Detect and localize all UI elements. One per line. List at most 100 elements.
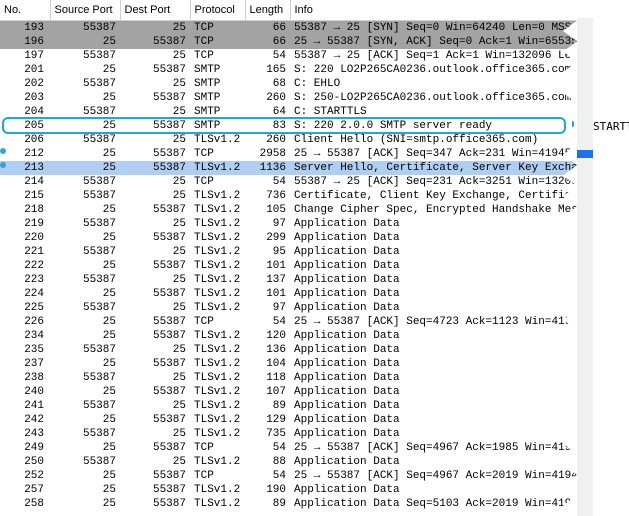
col-header-proto[interactable]: Protocol (190, 0, 245, 21)
cell-proto: TCP (190, 469, 245, 483)
cell-dst: 25 (120, 273, 190, 287)
table-row[interactable]: 2492555387TCP5425 → 55387 [ACK] Seq=4967… (0, 441, 629, 455)
table-row[interactable]: 2155538725TLSv1.2736Certificate, Client … (0, 189, 629, 203)
cell-src: 25 (50, 497, 120, 511)
cell-len: 54 (245, 315, 290, 329)
table-row[interactable]: 2262555387TCP5425 → 55387 [ACK] Seq=4723… (0, 315, 629, 329)
col-header-no[interactable]: No. (0, 0, 50, 21)
table-row[interactable]: 2065538725TLSv1.2260Client Hello (SNI=sm… (0, 133, 629, 147)
cell-no: 223 (0, 273, 50, 287)
table-row[interactable]: 2045538725SMTP64C: STARTTLS (0, 105, 629, 119)
scrollbar-thumb[interactable] (577, 150, 593, 158)
cell-dst: 25 (120, 133, 190, 147)
cell-no: 243 (0, 427, 50, 441)
cell-no: 196 (0, 35, 50, 49)
table-row[interactable]: 2182555387TLSv1.2105Change Cipher Spec, … (0, 203, 629, 217)
packet-table[interactable]: No. Source Port Dest Port Protocol Lengt… (0, 0, 629, 511)
table-row[interactable]: 2132555387TLSv1.21136Server Hello, Certi… (0, 161, 629, 175)
cell-dst: 25 (120, 77, 190, 91)
table-row[interactable]: 2052555387SMTP83S: 220 2.0.0 SMTP server… (0, 119, 629, 133)
cell-src: 55387 (50, 49, 120, 63)
cell-proto: TLSv1.2 (190, 273, 245, 287)
table-row[interactable]: 2582555387TLSv1.289Application Data Seq=… (0, 497, 629, 511)
cell-proto: SMTP (190, 119, 245, 133)
cell-dst: 55387 (120, 119, 190, 133)
cell-dst: 25 (120, 245, 190, 259)
cell-len: 735 (245, 427, 290, 441)
cell-len: 136 (245, 343, 290, 357)
col-header-len[interactable]: Length (245, 0, 290, 21)
table-row[interactable]: 2435538725TLSv1.2735Application Data (0, 427, 629, 441)
cell-proto: TCP (190, 147, 245, 161)
table-row[interactable]: 2572555387TLSv1.2190Application Data (0, 483, 629, 497)
cell-src: 55387 (50, 343, 120, 357)
table-row[interactable]: 1962555387TCP6625 → 55387 [SYN, ACK] Seq… (0, 35, 629, 49)
cell-src: 25 (50, 35, 120, 49)
table-header[interactable]: No. Source Port Dest Port Protocol Lengt… (0, 0, 629, 21)
cell-proto: TLSv1.2 (190, 259, 245, 273)
packet-list-pane[interactable]: No. Source Port Dest Port Protocol Lengt… (0, 0, 629, 516)
table-row[interactable]: 2032555387SMTP260S: 250-LO2P265CA0236.ou… (0, 91, 629, 105)
cell-proto: TCP (190, 175, 245, 189)
table-row[interactable]: 2242555387TLSv1.2101Application Data (0, 287, 629, 301)
cell-proto: SMTP (190, 77, 245, 91)
table-row[interactable]: 2385538725TLSv1.2118Application Data (0, 371, 629, 385)
table-row[interactable]: 2355538725TLSv1.2136Application Data (0, 343, 629, 357)
table-row[interactable]: 2145538725TCP5455387 → 25 [ACK] Seq=231 … (0, 175, 629, 189)
table-row[interactable]: 2342555387TLSv1.2120Application Data (0, 329, 629, 343)
table-row[interactable]: 2195538725TLSv1.297Application Data (0, 217, 629, 231)
cell-proto: TLSv1.2 (190, 203, 245, 217)
cell-no: 242 (0, 413, 50, 427)
cell-len: 260 (245, 91, 290, 105)
table-body[interactable]: 1935538725TCP6655387 → 25 [SYN] Seq=0 Wi… (0, 21, 629, 512)
table-row[interactable]: 2025538725SMTP68C: EHLO (0, 77, 629, 91)
table-row[interactable]: 1935538725TCP6655387 → 25 [SYN] Seq=0 Wi… (0, 21, 629, 36)
table-row[interactable]: 2402555387TLSv1.2107Application Data (0, 385, 629, 399)
table-row[interactable]: 2202555387TLSv1.2299Application Data (0, 231, 629, 245)
cell-len: 107 (245, 385, 290, 399)
table-row[interactable]: 2415538725TLSv1.289Application Data (0, 399, 629, 413)
table-row[interactable]: 2222555387TLSv1.2101Application Data (0, 259, 629, 273)
cell-dst: 25 (120, 105, 190, 119)
table-row[interactable]: 2235538725TLSv1.2137Application Data (0, 273, 629, 287)
cell-proto: TLSv1.2 (190, 329, 245, 343)
col-header-src[interactable]: Source Port (50, 0, 120, 21)
cell-src: 55387 (50, 301, 120, 315)
cell-src: 25 (50, 203, 120, 217)
table-row[interactable]: 2255538725TLSv1.297Application Data (0, 301, 629, 315)
cell-src: 25 (50, 287, 120, 301)
cell-dst: 25 (120, 399, 190, 413)
cell-proto: SMTP (190, 105, 245, 119)
cell-dst: 55387 (120, 315, 190, 329)
table-row[interactable]: 2215538725TLSv1.295Application Data (0, 245, 629, 259)
col-header-dst[interactable]: Dest Port (120, 0, 190, 21)
cell-src: 55387 (50, 133, 120, 147)
cell-src: 25 (50, 413, 120, 427)
cell-src: 25 (50, 469, 120, 483)
cell-src: 55387 (50, 455, 120, 469)
cell-dst: 55387 (120, 357, 190, 371)
cell-proto: TLSv1.2 (190, 497, 245, 511)
table-row[interactable]: 2012555387SMTP165S: 220 LO2P265CA0236.ou… (0, 63, 629, 77)
cell-no: 225 (0, 301, 50, 315)
table-row[interactable]: 1975538725TCP5455387 → 25 [ACK] Seq=1 Ac… (0, 49, 629, 63)
cell-proto: TLSv1.2 (190, 245, 245, 259)
cell-dst: 55387 (120, 469, 190, 483)
cell-len: 129 (245, 413, 290, 427)
cell-proto: TLSv1.2 (190, 455, 245, 469)
cell-src: 55387 (50, 217, 120, 231)
table-row[interactable]: 2505538725TLSv1.288Application Data (0, 455, 629, 469)
table-row[interactable]: 2122555387TCP295825 → 55387 [ACK] Seq=34… (0, 147, 629, 161)
table-row[interactable]: 2422555387TLSv1.2129Application Data (0, 413, 629, 427)
cell-dst: 55387 (120, 441, 190, 455)
cell-src: 55387 (50, 175, 120, 189)
cell-len: 137 (245, 273, 290, 287)
cell-len: 260 (245, 133, 290, 147)
scrollbar-track[interactable] (577, 18, 593, 516)
table-row[interactable]: 2522555387TCP5425 → 55387 [ACK] Seq=4967… (0, 469, 629, 483)
cell-proto: TLSv1.2 (190, 161, 245, 175)
cell-no: 218 (0, 203, 50, 217)
related-marker-icon (0, 148, 6, 154)
cell-dst: 25 (120, 217, 190, 231)
table-row[interactable]: 2372555387TLSv1.2104Application Data (0, 357, 629, 371)
